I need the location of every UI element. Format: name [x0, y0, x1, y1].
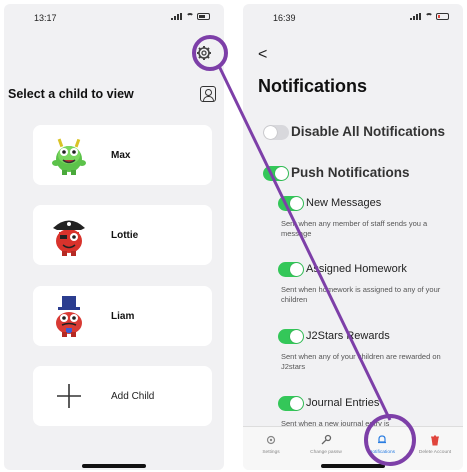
gear-icon	[197, 46, 211, 60]
assigned-homework-label: Assigned Homework	[306, 263, 407, 275]
key-icon	[321, 434, 332, 445]
child-card-liam[interactable]: Liam	[33, 286, 212, 346]
disable-all-label: Disable All Notifications	[291, 124, 446, 139]
notifications-screen: 16:39 < Notifications Disable All Notifi…	[243, 4, 463, 470]
tab-notifications[interactable]: Notifications	[360, 433, 404, 455]
home-indicator	[82, 464, 146, 468]
child-name: Liam	[111, 310, 135, 322]
monster-avatar-pirate	[43, 209, 95, 261]
bell-icon	[378, 435, 386, 444]
page-title: Notifications	[258, 76, 368, 96]
j2stars-rewards-desc: Sent when any of your children are rewar…	[281, 352, 441, 371]
child-name: Max	[111, 149, 131, 161]
push-notifications-label: Push Notifications	[291, 165, 410, 180]
child-card-lottie[interactable]: Lottie	[33, 205, 212, 265]
tab-label: Change passw	[310, 450, 342, 455]
status-icons	[171, 13, 210, 20]
select-child-header: Select a child to view	[8, 84, 216, 104]
monster-avatar-tophat	[43, 290, 95, 342]
home-indicator	[321, 464, 385, 468]
child-name: Lottie	[111, 229, 139, 241]
assigned-homework-toggle[interactable]	[278, 262, 304, 277]
child-select-screen: 13:17 Select a child to view Max Lottie …	[4, 4, 224, 470]
tab-label: Delete Account	[418, 450, 452, 455]
journal-entries-toggle[interactable]	[278, 396, 304, 411]
status-bar: 13:17	[4, 4, 224, 32]
status-bar: 16:39	[243, 4, 463, 32]
j2stars-rewards-label: J2Stars Rewards	[306, 330, 390, 342]
battery-icon	[436, 13, 449, 20]
status-time: 13:17	[34, 13, 57, 23]
new-messages-label: New Messages	[306, 197, 382, 209]
tab-change-password[interactable]: Change passw	[304, 433, 348, 455]
tab-delete-account[interactable]: Delete Account	[413, 433, 457, 455]
tab-settings[interactable]: Settings	[249, 433, 293, 455]
gear-icon	[266, 435, 276, 445]
new-messages-toggle[interactable]	[278, 196, 304, 211]
contact-icon[interactable]	[200, 86, 216, 102]
battery-icon	[197, 13, 210, 20]
tab-label: Settings	[262, 450, 280, 455]
screenshot-stage: 13:17 Select a child to view Max Lottie …	[0, 0, 467, 472]
signal-icon	[171, 13, 183, 20]
tab-label: Notifications	[368, 450, 396, 455]
child-card-max[interactable]: Max	[33, 125, 212, 185]
disable-all-toggle[interactable]	[263, 125, 289, 140]
j2stars-rewards-toggle[interactable]	[278, 329, 304, 344]
page-title: Select a child to view	[8, 87, 134, 101]
push-notifications-toggle[interactable]	[263, 166, 289, 181]
new-messages-desc: Sent when any member of staff sends you …	[281, 219, 428, 238]
wifi-icon	[425, 13, 433, 20]
back-button[interactable]: <	[258, 46, 267, 64]
monster-avatar-green	[43, 129, 95, 181]
signal-icon	[410, 13, 422, 20]
status-time: 16:39	[273, 13, 296, 23]
assigned-homework-desc: Sent when homework is assigned to any of…	[281, 285, 441, 304]
add-child-label: Add Child	[111, 390, 155, 402]
plus-icon	[43, 370, 95, 422]
settings-button[interactable]	[193, 42, 215, 64]
wifi-icon	[186, 13, 194, 20]
journal-entries-label: Journal Entries	[306, 397, 380, 409]
status-icons	[410, 13, 449, 20]
add-child-button[interactable]: Add Child	[33, 366, 212, 426]
trash-icon	[431, 435, 439, 446]
